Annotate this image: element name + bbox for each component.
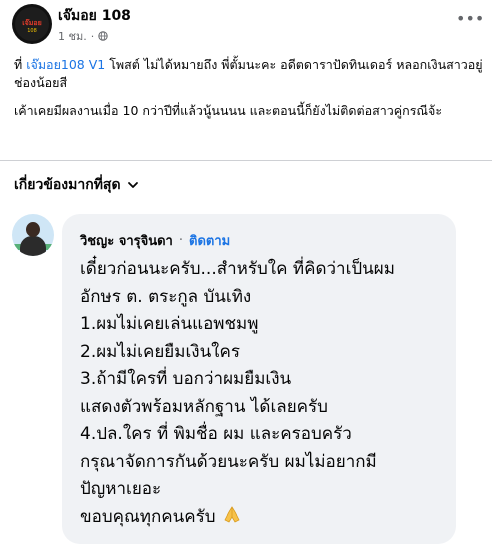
more-icon: ••• <box>456 9 485 28</box>
pray-icon <box>224 505 240 523</box>
comment-author-name[interactable]: วิชญะ จารุจินดา <box>80 230 173 251</box>
post-header: เจ๊มอย 108 เจ๊มอย 108 1 ชม. · ••• <box>0 0 492 48</box>
meta-separator: · <box>90 29 95 43</box>
caption-paragraph-1: ที่ เจ๊มอย108 V1 โพสต์ ไม่ได้หมายถึง พี่… <box>14 56 484 92</box>
caption-paragraph-2: เค้าเคยมีผลงานเมื่อ 10 กว่าปีที่แล้วนู้น… <box>14 103 443 118</box>
commenter-avatar[interactable] <box>12 214 54 256</box>
page-avatar[interactable]: เจ๊มอย 108 <box>12 4 52 44</box>
comment-body: เดี๋ยวก่อนนะครับ...สำหรับใค ที่คิดว่าเป็… <box>80 259 395 499</box>
page-name[interactable]: เจ๊มอย 108 <box>58 5 131 27</box>
comment-header: วิชญะ จารุจินดา · ติดตาม <box>80 230 230 251</box>
follow-button[interactable]: ติดตาม <box>189 230 230 251</box>
comment-bubble: วิชญะ จารุจินดา · ติดตาม เดี๋ยวก่อนนะครั… <box>62 214 456 544</box>
comment-sort-dropdown[interactable]: เกี่ยวข้องมากที่สุด <box>14 174 139 196</box>
author-separator: · <box>178 233 183 248</box>
avatar-logo-sub: 108 <box>27 28 37 34</box>
more-options-button[interactable]: ••• <box>456 9 485 30</box>
globe-icon[interactable] <box>98 31 108 41</box>
avatar-head <box>26 222 40 237</box>
chevron-down-icon <box>127 182 138 188</box>
comment-closing: ขอบคุณทุกคนครับ <box>80 506 216 527</box>
sort-label: เกี่ยวข้องมากที่สุด <box>14 177 121 193</box>
post-meta: 1 ชม. · <box>58 27 108 45</box>
caption-prefix: ที่ <box>14 57 27 72</box>
avatar-body <box>20 236 46 256</box>
post-caption: ที่ เจ๊มอย108 V1 โพสต์ ไม่ได้หมายถึง พี่… <box>14 56 484 130</box>
section-divider <box>0 160 492 161</box>
comment-text: เดี๋ยวก่อนนะครับ...สำหรับใค ที่คิดว่าเป็… <box>80 256 452 531</box>
mention-link[interactable]: เจ๊มอย108 V1 <box>26 57 105 72</box>
post-time[interactable]: 1 ชม. <box>58 27 87 45</box>
